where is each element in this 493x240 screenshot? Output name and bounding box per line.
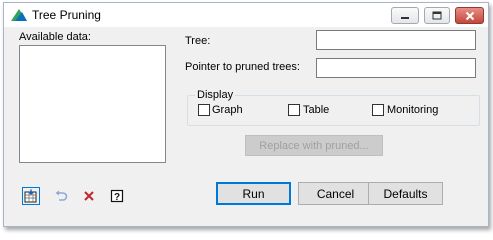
undo-icon (55, 190, 68, 201)
maximize-button[interactable] (424, 7, 450, 24)
replace-with-pruned-button[interactable]: Replace with pruned... (245, 135, 383, 156)
pointer-input[interactable] (316, 58, 476, 78)
maximize-icon (432, 11, 442, 20)
run-button[interactable]: Run (216, 182, 291, 205)
clear-button[interactable] (80, 187, 98, 205)
pointer-label: Pointer to pruned trees: (185, 61, 300, 73)
display-group-label: Display (195, 89, 236, 101)
save-button[interactable] (22, 187, 40, 205)
app-tree-icon (11, 9, 27, 21)
svg-text:?: ? (114, 192, 120, 203)
minimize-button[interactable] (391, 7, 419, 24)
monitoring-checkbox[interactable] (372, 104, 384, 116)
save-to-spreadsheet-icon (24, 189, 37, 203)
available-data-list[interactable] (19, 45, 166, 163)
help-button[interactable]: ? (108, 187, 126, 205)
table-checkbox[interactable] (288, 104, 300, 116)
cancel-button[interactable]: Cancel (298, 182, 373, 205)
minimize-icon (401, 16, 409, 19)
table-label: Table (303, 104, 330, 116)
graph-checkbox[interactable] (198, 104, 210, 116)
close-button[interactable] (455, 7, 484, 24)
tree-pruning-dialog: Tree Pruning Available data: Tree: Point… (3, 2, 489, 227)
tree-label: Tree: (185, 35, 211, 47)
help-icon: ? (110, 189, 124, 203)
undo-button[interactable] (52, 187, 70, 205)
window-title: Tree Pruning (32, 8, 101, 22)
monitoring-label: Monitoring (387, 104, 439, 116)
clear-icon (84, 191, 94, 201)
graph-label: Graph (212, 104, 243, 116)
defaults-button[interactable]: Defaults (368, 182, 443, 205)
available-data-label: Available data: (19, 31, 91, 43)
title-bar: Tree Pruning (4, 3, 488, 27)
close-icon (465, 11, 474, 20)
tree-input[interactable] (316, 30, 476, 50)
